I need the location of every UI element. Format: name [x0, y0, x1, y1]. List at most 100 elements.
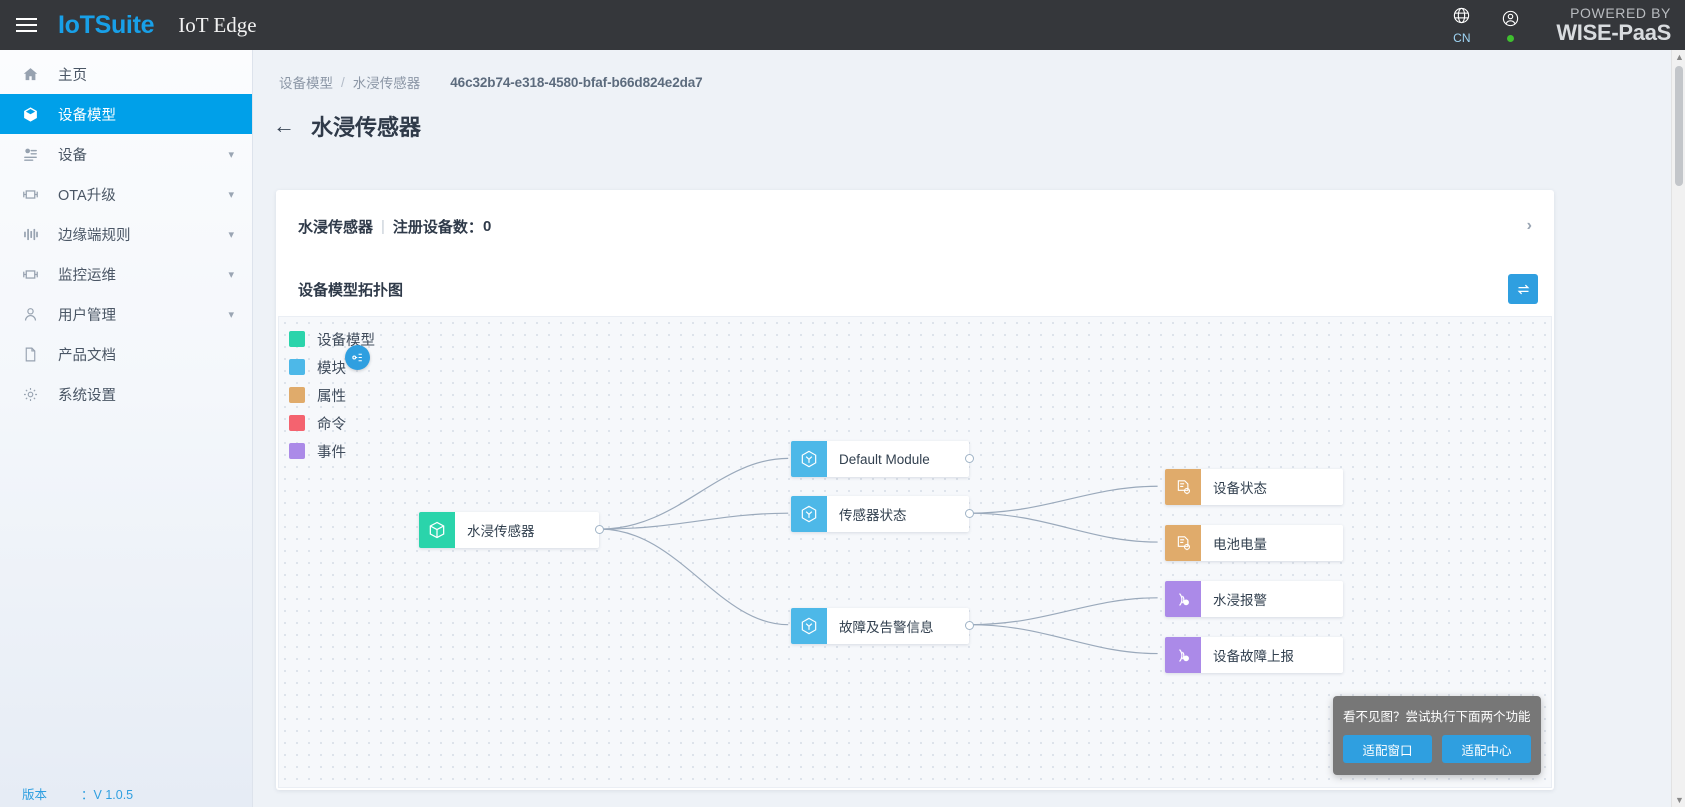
- legend-label: 模块: [317, 360, 346, 377]
- fit-center-button[interactable]: 适配中心: [1442, 735, 1531, 763]
- gear-icon: [22, 386, 48, 403]
- recenter-icon[interactable]: [345, 345, 370, 370]
- legend-swatch-event: [289, 443, 305, 459]
- topology-node-property[interactable]: 设备状态: [1165, 469, 1343, 505]
- brand-logo: IoTSuite: [58, 10, 155, 39]
- chip-icon: [22, 186, 48, 203]
- summary-model-name: 水浸传感器: [298, 218, 374, 236]
- scroll-down-icon[interactable]: ▼: [1675, 795, 1684, 805]
- legend-swatch-device-model: [289, 331, 305, 347]
- page-scrollbar[interactable]: ▲ ▼: [1671, 50, 1685, 807]
- swap-layout-icon[interactable]: [1508, 274, 1538, 304]
- breadcrumb: 设备模型 / 水浸传感器 46c32b74-e318-4580-bfaf-b66…: [253, 50, 1685, 92]
- sidebar-item-user-management[interactable]: 用户管理 ▾: [0, 294, 252, 334]
- topology-node-module[interactable]: 故障及告警信息: [791, 608, 974, 644]
- language-label: CN: [1453, 31, 1471, 45]
- home-icon: [22, 66, 48, 83]
- node-port[interactable]: [965, 454, 974, 463]
- topology-title: 设备模型拓扑图: [298, 281, 404, 299]
- page-header: ← 水浸传感器: [253, 92, 1685, 142]
- topology-node-module[interactable]: Default Module: [791, 441, 974, 477]
- breadcrumb-item-device-model[interactable]: 设备模型: [279, 72, 333, 92]
- sidebar-label: 主页: [58, 67, 87, 84]
- sidebar-label: 设备: [58, 147, 87, 164]
- arrow-left-icon[interactable]: ←: [273, 115, 295, 137]
- legend-label: 设备模型: [317, 332, 375, 349]
- hexagon-node-icon: [791, 608, 827, 644]
- version-value: ：V 1.0.5: [81, 788, 134, 802]
- breadcrumb-separator: /: [341, 74, 345, 90]
- globe-icon: [1452, 6, 1471, 30]
- node-label: Default Module: [839, 451, 930, 467]
- hexagon-node-icon: [791, 496, 827, 532]
- node-label: 水浸报警: [1213, 593, 1267, 608]
- summary-registered-label: 注册设备数：: [392, 218, 483, 236]
- sidebar-label: 系统设置: [58, 387, 116, 404]
- top-bar: IoTSuite IoT Edge CN POWERED BY WISE-Paa…: [0, 0, 1685, 50]
- chevron-down-icon[interactable]: ▾: [228, 228, 234, 241]
- chevron-down-icon[interactable]: ▾: [228, 188, 234, 201]
- sidebar-item-edge-rules[interactable]: 边缘端规则 ▾: [0, 214, 252, 254]
- summary-registered-count: 0: [482, 217, 492, 235]
- topology-node-event[interactable]: 水浸报警: [1165, 581, 1343, 617]
- property-node-icon: [1165, 525, 1201, 561]
- chevron-right-icon[interactable]: ›: [1527, 217, 1532, 235]
- topology-node-module[interactable]: 传感器状态: [791, 496, 974, 532]
- scroll-up-icon[interactable]: ▲: [1675, 52, 1684, 62]
- node-label: 电池电量: [1213, 537, 1267, 552]
- language-switcher[interactable]: CN: [1452, 6, 1471, 44]
- chevron-down-icon[interactable]: ▾: [228, 308, 234, 321]
- sidebar-item-system-settings[interactable]: 系统设置: [0, 374, 252, 414]
- breadcrumb-item-current[interactable]: 水浸传感器: [353, 72, 421, 92]
- node-label: 设备状态: [1213, 481, 1267, 496]
- user-icon: [22, 306, 48, 323]
- node-label: 设备故障上报: [1213, 649, 1294, 664]
- sidebar-item-monitoring[interactable]: 监控运维 ▾: [0, 254, 252, 294]
- hamburger-icon[interactable]: [0, 0, 52, 50]
- sidebar-label: 产品文档: [58, 347, 116, 364]
- chevron-down-icon[interactable]: ▾: [228, 148, 234, 161]
- account-menu[interactable]: [1501, 9, 1520, 42]
- node-label: 水浸传感器: [467, 524, 535, 539]
- model-detail-card: 水浸传感器 | 注册设备数： 0 › 设备模型拓扑图 设备模型 模块 属性 命令…: [276, 190, 1554, 790]
- sidebar-item-device-model[interactable]: 设备模型: [0, 94, 252, 134]
- scroll-thumb[interactable]: [1675, 66, 1683, 186]
- event-node-icon: [1165, 637, 1201, 673]
- main-content: 设备模型 / 水浸传感器 46c32b74-e318-4580-bfaf-b66…: [253, 50, 1685, 807]
- product-subtitle: IoT Edge: [178, 12, 257, 37]
- node-port[interactable]: [965, 621, 974, 630]
- topology-node-event[interactable]: 设备故障上报: [1165, 637, 1343, 673]
- node-label: 故障及告警信息: [839, 620, 934, 635]
- node-port[interactable]: [965, 509, 974, 518]
- legend-swatch-command: [289, 415, 305, 431]
- user-circle-icon: [1501, 9, 1520, 33]
- sidebar-item-product-docs[interactable]: 产品文档: [0, 334, 252, 374]
- sidebar-label: 边缘端规则: [58, 227, 131, 244]
- chevron-down-icon[interactable]: ▾: [228, 268, 234, 281]
- topology-canvas[interactable]: 设备模型 模块 属性 命令 事件 水浸传感器 Default Module 传感…: [278, 316, 1552, 788]
- sidebar-item-devices[interactable]: 设备 ▾: [0, 134, 252, 174]
- document-icon: [22, 346, 48, 363]
- legend-item: 属性: [289, 381, 375, 409]
- topology-node-root[interactable]: 水浸传感器: [419, 512, 604, 548]
- sidebar-label: 监控运维: [58, 267, 116, 284]
- sidebar-item-home[interactable]: 主页: [0, 54, 252, 94]
- hexagon-node-icon: [791, 441, 827, 477]
- node-port[interactable]: [595, 525, 604, 534]
- sidebar-label: 用户管理: [58, 307, 116, 324]
- powered-by-line2: WISE-PaaS: [1556, 20, 1671, 45]
- sidebar-label: 设备模型: [58, 107, 116, 124]
- sidebar-item-ota[interactable]: OTA升级 ▾: [0, 174, 252, 214]
- topology-header: 设备模型拓扑图: [276, 262, 1554, 316]
- sidebar: 主页 设备模型 设备 ▾ OTA升级 ▾ 边缘端规则 ▾ 监控运维 ▾ 用户管理…: [0, 50, 253, 807]
- top-bar-actions: CN POWERED BY WISE-PaaS: [1452, 0, 1685, 50]
- legend-label: 命令: [317, 416, 346, 433]
- legend-label: 事件: [317, 444, 346, 461]
- property-node-icon: [1165, 469, 1201, 505]
- fit-window-button[interactable]: 适配窗口: [1343, 735, 1432, 763]
- cube-icon: [22, 106, 48, 123]
- topology-node-property[interactable]: 电池电量: [1165, 525, 1343, 561]
- summary-divider: |: [381, 217, 385, 235]
- legend-swatch-property: [289, 387, 305, 403]
- legend-swatch-module: [289, 359, 305, 375]
